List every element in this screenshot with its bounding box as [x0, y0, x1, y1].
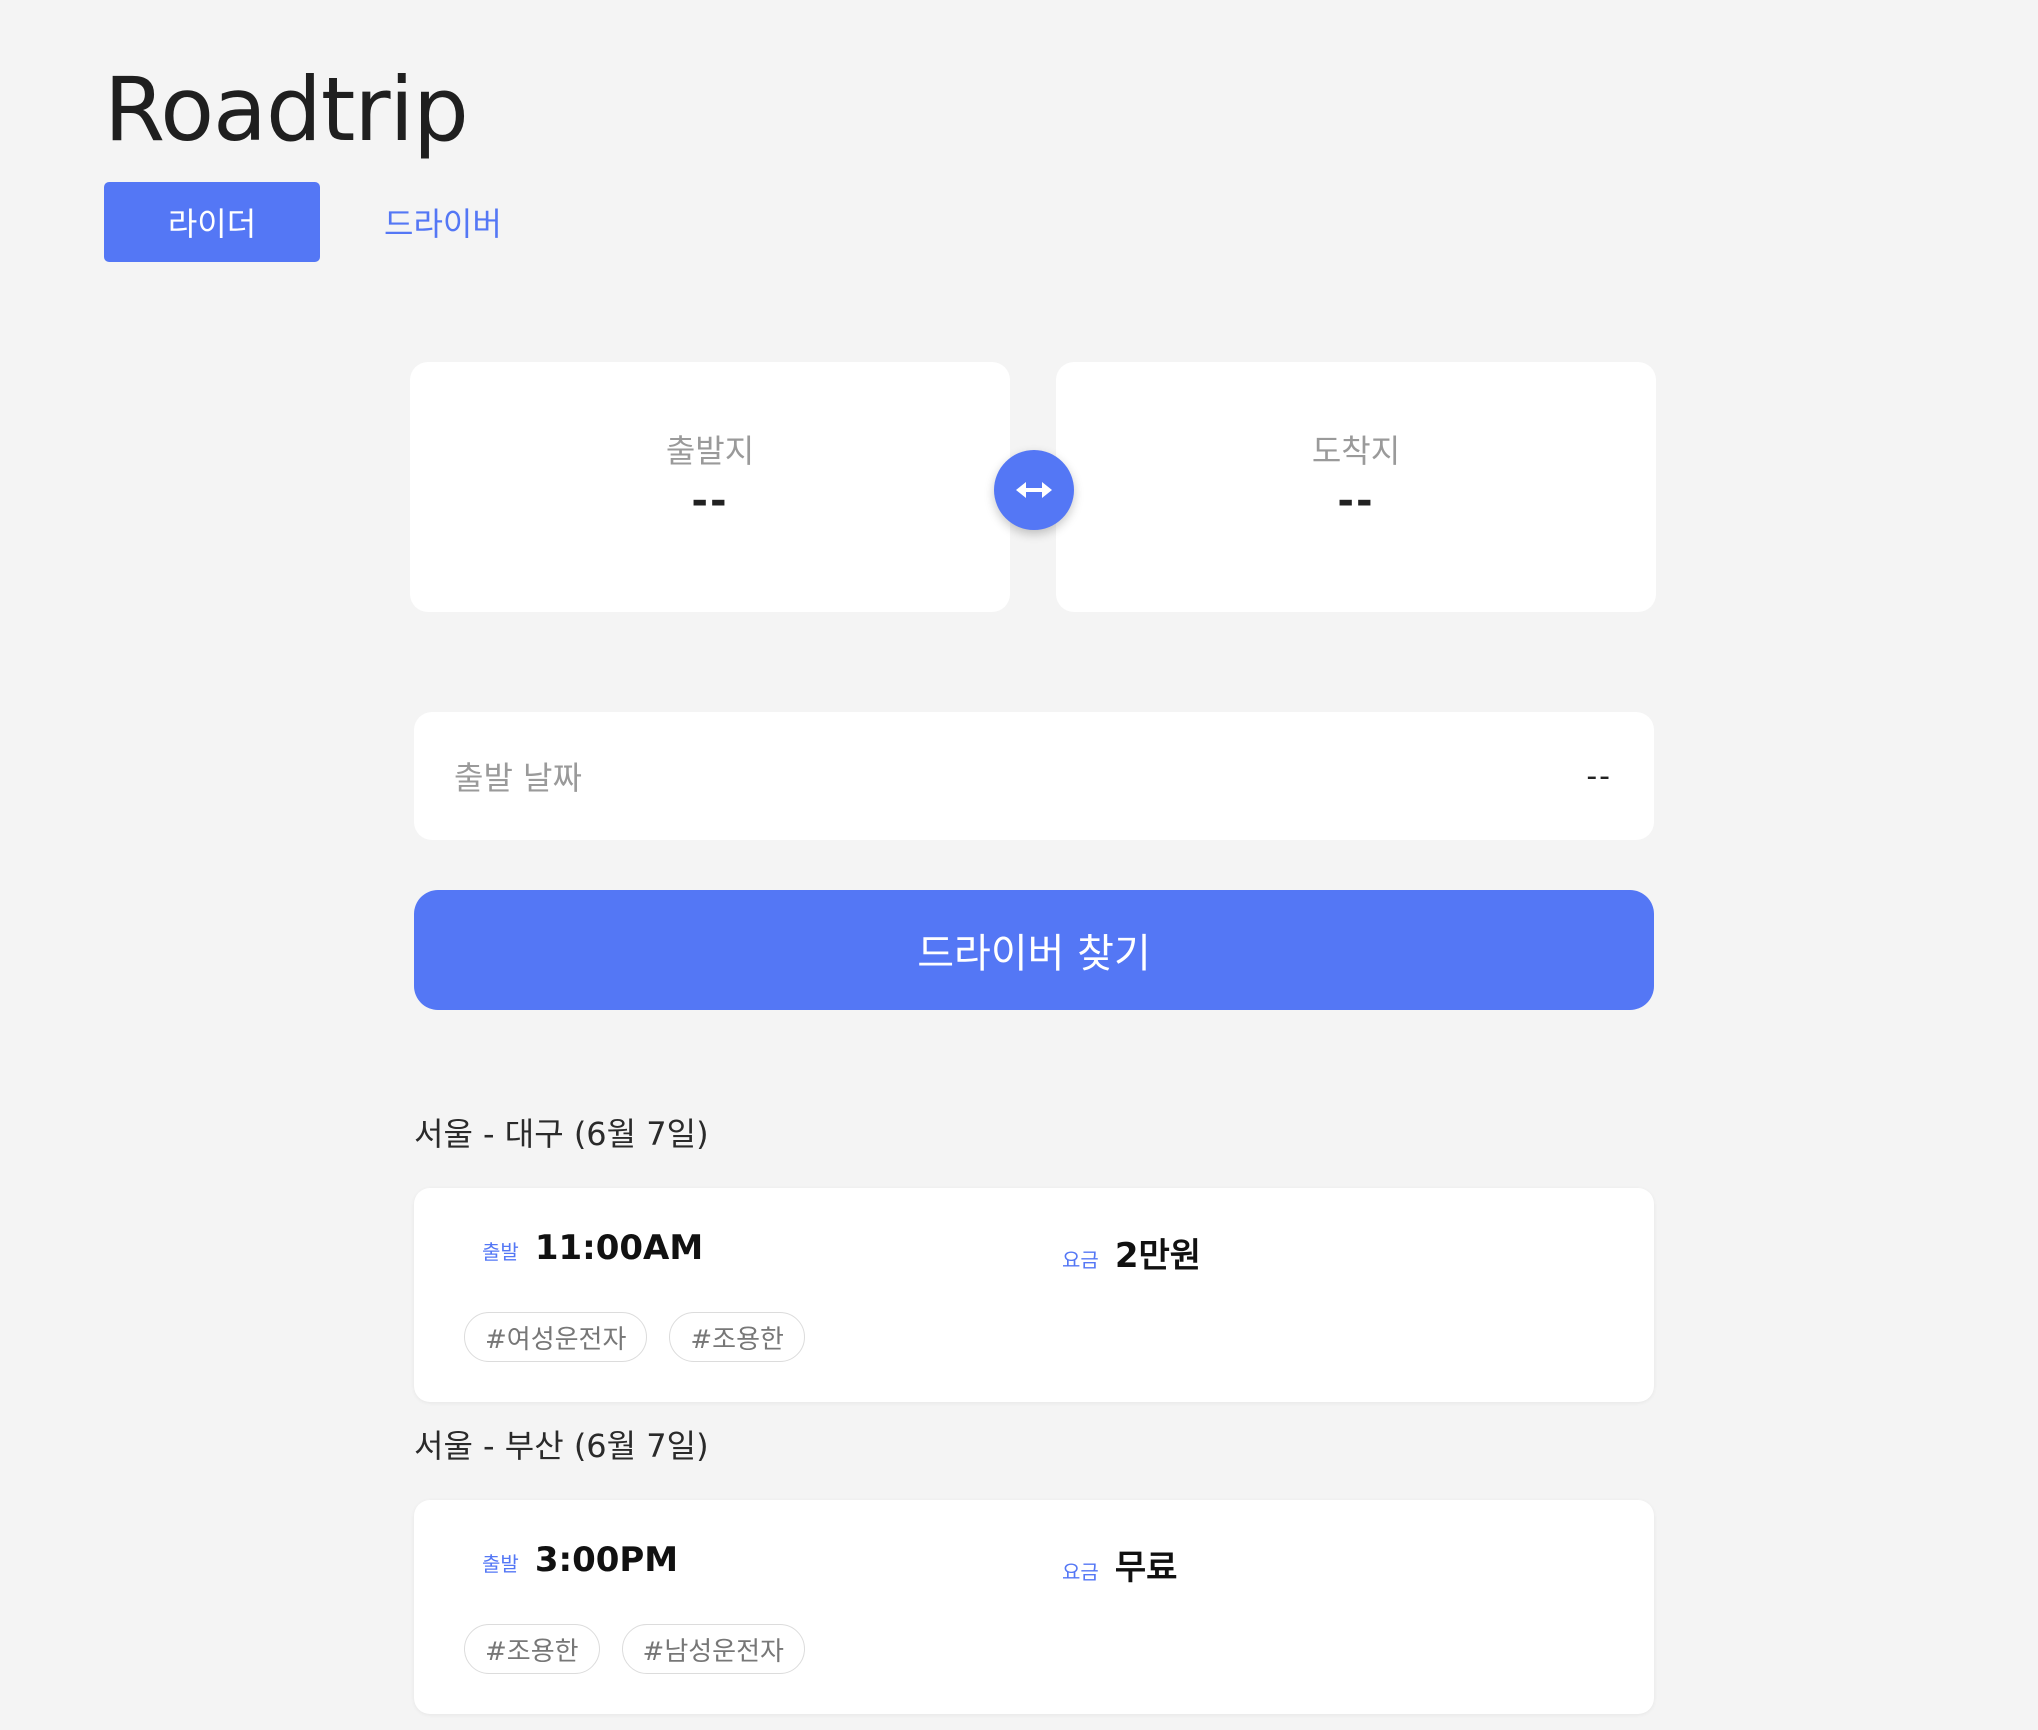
location-selector: 출발지 -- 도착지 -- — [410, 362, 1656, 612]
app-title: Roadtrip — [104, 58, 469, 161]
fare-label: 요금 — [1062, 1560, 1099, 1584]
tab-rider[interactable]: 라이더 — [104, 182, 320, 262]
fare-info: 요금 2만원 — [1062, 1228, 1201, 1277]
departure-time-value: 3:00PM — [534, 1540, 679, 1580]
fare-info: 요금 무료 — [1062, 1540, 1177, 1589]
departure-time-info: 출발 3:00PM — [482, 1540, 678, 1580]
mode-tabs: 라이더 드라이버 — [104, 182, 502, 262]
tag-chip: #조용한 — [669, 1312, 805, 1362]
swap-horizontal-arrow-icon — [1016, 482, 1052, 498]
arrival-label: 도착지 — [1311, 432, 1401, 470]
arrival-location-card[interactable]: 도착지 -- — [1056, 362, 1656, 612]
departure-location-card[interactable]: 출발지 -- — [410, 362, 1010, 612]
tag-chip: #남성운전자 — [621, 1624, 805, 1674]
departure-time-info: 출발 11:00AM — [482, 1228, 703, 1268]
find-driver-button[interactable]: 드라이버 찾기 — [414, 890, 1654, 1010]
result-card[interactable]: 출발 11:00AM 요금 2만원 #여성운전자 #조용한 — [414, 1188, 1654, 1402]
departure-time-label: 출발 — [482, 1552, 519, 1576]
result-group: 서울 - 대구 (6월 7일) 출발 11:00AM 요금 2만원 #여성운전자… — [414, 1110, 1654, 1402]
result-heading: 서울 - 대구 (6월 7일) — [414, 1115, 709, 1153]
fare-value: 2만원 — [1114, 1236, 1202, 1276]
fare-value: 무료 — [1114, 1548, 1178, 1588]
result-group: 서울 - 부산 (6월 7일) 출발 3:00PM 요금 무료 #조용한 #남성… — [414, 1422, 1654, 1714]
tag-list: #여성운전자 #조용한 — [464, 1312, 827, 1362]
departure-value: -- — [691, 478, 729, 524]
tab-driver[interactable]: 드라이버 — [384, 182, 502, 262]
departure-date-field[interactable]: 출발 날짜 -- — [414, 712, 1654, 840]
app-root: Roadtrip 라이더 드라이버 출발지 -- 도착지 -- 출발 날짜 --… — [0, 0, 2038, 1730]
result-card[interactable]: 출발 3:00PM 요금 무료 #조용한 #남성운전자 — [414, 1500, 1654, 1714]
fare-label: 요금 — [1062, 1248, 1099, 1272]
tag-chip: #여성운전자 — [464, 1312, 648, 1362]
swap-locations-button[interactable] — [994, 450, 1074, 530]
result-heading: 서울 - 부산 (6월 7일) — [414, 1427, 709, 1465]
departure-label: 출발지 — [665, 432, 755, 470]
departure-time-value: 11:00AM — [534, 1228, 704, 1268]
departure-date-value: -- — [1586, 758, 1612, 794]
departure-time-label: 출발 — [482, 1240, 519, 1264]
arrival-value: -- — [1337, 478, 1375, 524]
departure-date-label: 출발 날짜 — [454, 759, 582, 797]
tag-chip: #조용한 — [464, 1624, 600, 1674]
tag-list: #조용한 #남성운전자 — [464, 1624, 827, 1674]
